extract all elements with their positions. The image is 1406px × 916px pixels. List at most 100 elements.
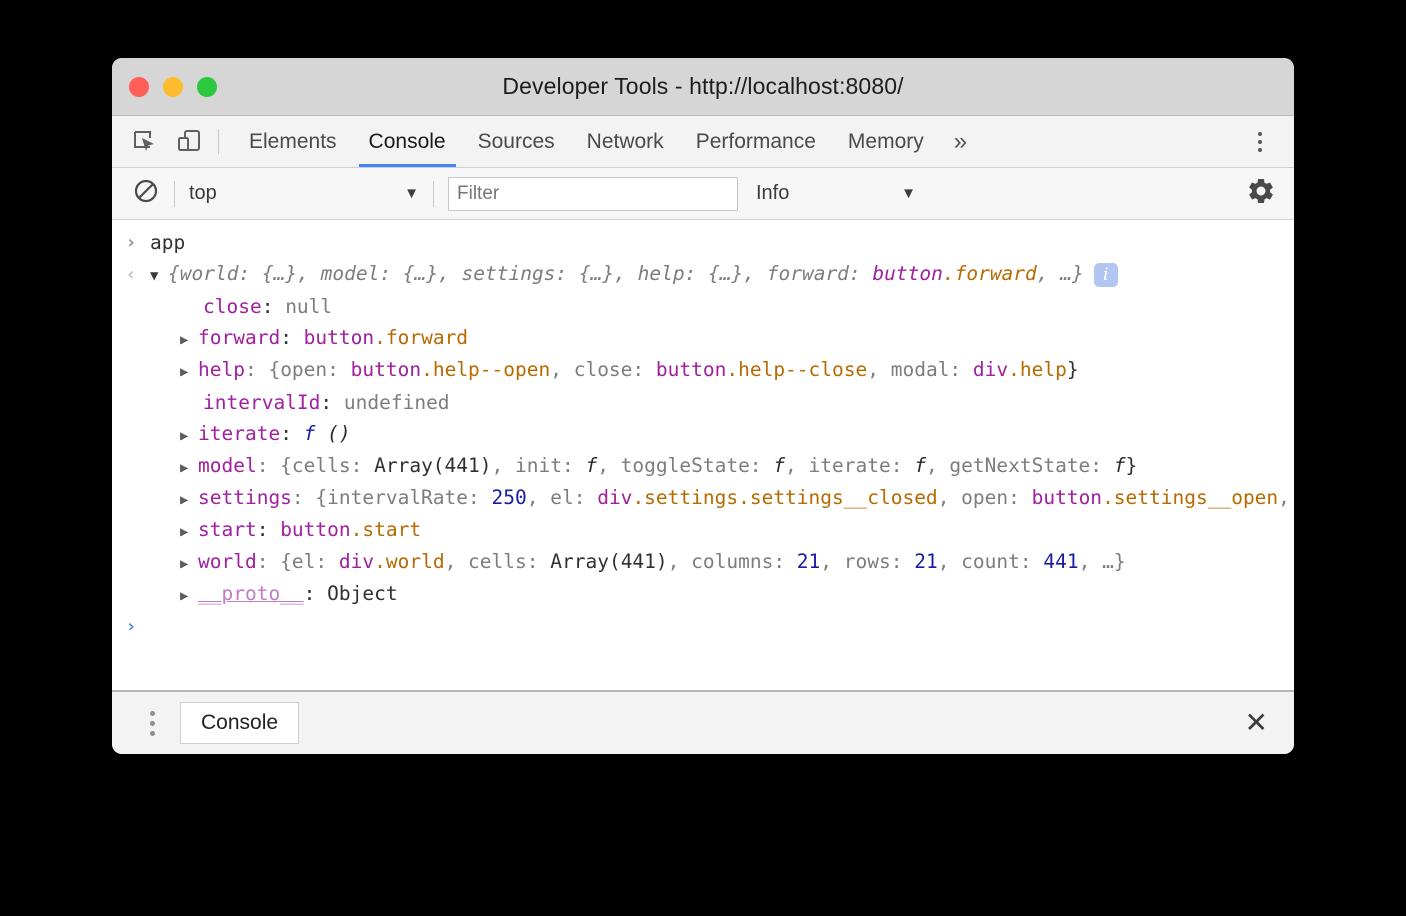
property-value-part: : [280,326,303,349]
drawer-tab-console[interactable]: Console [180,702,299,744]
property-value-part: .settings.settings__closed [632,486,937,509]
property-settings[interactable]: ▶settings: {intervalRate: 250, el: div.s… [150,482,1294,516]
property-value-part: f [1114,454,1126,477]
property-value-part: .help--open [421,358,550,381]
devtools-window: Developer Tools - http://localhost:8080/… [112,58,1294,754]
tab-elements[interactable]: Elements [233,116,353,167]
disclosure-triangle-closed: ▶ [180,452,198,484]
property-start[interactable]: ▶start: button.start [150,514,421,548]
disclosure-triangle-closed: ▶ [180,516,198,548]
property-value-part: : {el: [257,550,339,573]
property-value-part: Object [327,582,397,605]
property-value-part: button [280,518,350,541]
tabbar-tool-icons [112,116,218,167]
main-menu-kebab-icon[interactable] [1240,116,1280,168]
property-name: settings [198,486,292,509]
tab-network[interactable]: Network [571,116,680,167]
console-property-row[interactable]: ▶world: {el: div.world, cells: Array(441… [112,547,1294,579]
tab-performance[interactable]: Performance [680,116,832,167]
property-value-part: : [262,295,285,318]
close-drawer-icon[interactable]: ✕ [1239,709,1274,737]
disclosure-triangle-closed: ▶ [180,324,198,356]
property-value-part: 250 [492,486,527,509]
console-input-text: app [150,227,185,259]
property-name: close [203,295,262,318]
property-value-part: , rows: [820,550,914,573]
device-toolbar-icon[interactable] [174,127,204,157]
property-value-part: div [597,486,632,509]
disclosure-triangle-closed: ▶ [180,484,198,516]
property-value-part: , modal: [867,358,973,381]
clear-console-icon[interactable] [132,177,160,210]
property-value-part: , cells: [445,550,551,573]
chevron-down-icon-level: ▼ [901,185,916,202]
property-value-part: , close: [1278,486,1294,509]
console-property-row[interactable]: ▶start: button.start [112,515,1294,547]
console-input-line[interactable]: ›app [112,227,1294,259]
maximize-window-button[interactable] [197,77,217,97]
minimize-window-button[interactable] [163,77,183,97]
disclosure-triangle-closed: ▶ [180,420,198,452]
property-value-part: undefined [344,391,450,414]
tab-memory[interactable]: Memory [832,116,940,167]
chevron-down-icon: ▼ [404,185,419,202]
property-value-part: , close: [550,358,656,381]
tab-console[interactable]: Console [353,116,462,167]
filter-input[interactable] [448,177,738,211]
property-value-part: 21 [914,550,937,573]
more-tabs-icon[interactable]: » [940,116,981,167]
drawer-menu-kebab-icon[interactable] [136,711,168,736]
object-preview-class: .forward [943,262,1037,285]
property-intervalId[interactable]: intervalId: undefined [150,387,450,419]
property-value-part: , open: [938,486,1032,509]
panel-tabs: Elements Console Sources Network Perform… [219,116,981,167]
property-name: world [198,550,257,573]
property-value-part: : [280,422,303,445]
console-property-row[interactable]: ▶__proto__: Object [112,579,1294,611]
execution-context-select[interactable]: top ▼ [189,182,419,205]
property-iterate[interactable]: ▶iterate: f () [150,418,351,452]
filterbar-divider-2 [433,181,434,207]
property-forward[interactable]: ▶forward: button.forward [150,322,468,356]
console-result-header[interactable]: ‹▼{world: {…}, model: {…}, settings: {…}… [112,259,1294,291]
console-property-row[interactable]: close: null [112,291,1294,323]
inspect-element-icon[interactable] [130,127,160,157]
property-world[interactable]: ▶world: {el: div.world, cells: Array(441… [150,546,1126,580]
property-value-part: : {open: [245,358,351,381]
property-model[interactable]: ▶model: {cells: Array(441), init: f, tog… [150,450,1137,484]
property-value-part: , el: [527,486,597,509]
console-output[interactable]: ›app‹▼{world: {…}, model: {…}, settings:… [112,220,1294,690]
devtools-tabbar: Elements Console Sources Network Perform… [112,116,1294,168]
property-value-part: .forward [374,326,468,349]
disclosure-triangle-closed: ▶ [180,548,198,580]
property-close[interactable]: close: null [150,291,332,323]
property-value-part: , columns: [668,550,797,573]
property-name: help [198,358,245,381]
close-window-button[interactable] [129,77,149,97]
property-help[interactable]: ▶help: {open: button.help--open, close: … [150,354,1079,388]
tab-sources[interactable]: Sources [462,116,571,167]
object-preview-tail: , …} [1037,262,1084,285]
gear-icon[interactable] [1246,176,1276,211]
property-value-part: f [304,422,316,445]
console-property-row[interactable]: ▶model: {cells: Array(441), init: f, tog… [112,451,1294,483]
filterbar-divider-1 [174,181,175,207]
console-new-prompt[interactable]: › [112,611,1294,643]
window-controls [129,77,217,97]
console-drawer: Console ✕ [112,690,1294,754]
property-value-part: .settings__open [1102,486,1278,509]
object-preview[interactable]: ▼{world: {…}, model: {…}, settings: {…},… [150,258,1118,292]
log-level-select[interactable]: Info ▼ [756,182,916,205]
console-rows: ›app‹▼{world: {…}, model: {…}, settings:… [112,227,1294,643]
property-value-part: , getNextState: [926,454,1114,477]
console-property-row[interactable]: ▶iterate: f () [112,419,1294,451]
property-value-part: : {intervalRate: [292,486,492,509]
property-proto[interactable]: ▶__proto__: Object [150,578,398,612]
window-titlebar: Developer Tools - http://localhost:8080/ [112,58,1294,116]
console-property-row[interactable]: ▶help: {open: button.help--open, close: … [112,355,1294,387]
console-property-row[interactable]: ▶forward: button.forward [112,323,1294,355]
property-name: forward [198,326,280,349]
property-name: start [198,518,257,541]
console-property-row[interactable]: ▶settings: {intervalRate: 250, el: div.s… [112,483,1294,515]
console-property-row[interactable]: intervalId: undefined [112,387,1294,419]
